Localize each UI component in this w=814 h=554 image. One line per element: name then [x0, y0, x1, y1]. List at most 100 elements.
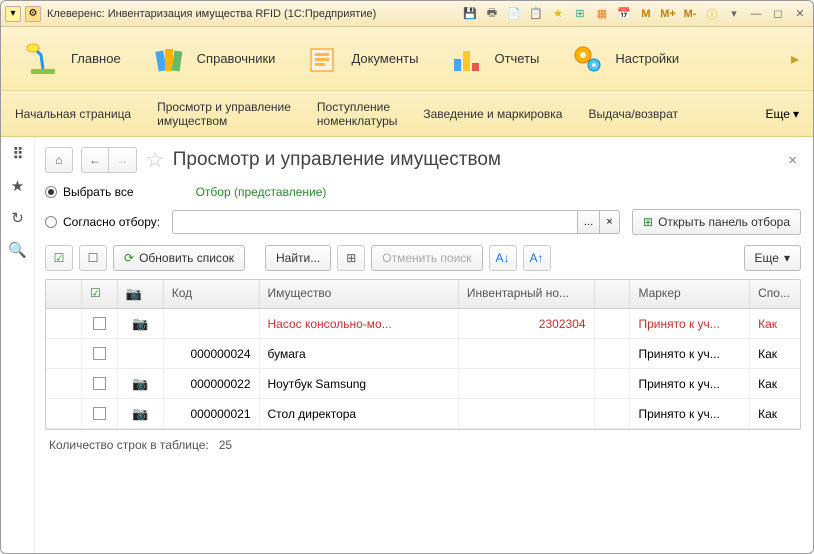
- home-button[interactable]: ⌂: [45, 147, 73, 173]
- star-icon[interactable]: ★: [9, 177, 27, 195]
- tb-copy-icon[interactable]: 📋: [527, 5, 545, 23]
- calc-button[interactable]: ⊞: [337, 245, 365, 271]
- checkbox[interactable]: [93, 407, 106, 420]
- search-icon[interactable]: 🔍: [9, 241, 27, 259]
- cell-photo[interactable]: 📷: [118, 399, 164, 428]
- tb-grid-icon[interactable]: ▦: [593, 5, 611, 23]
- col-flag[interactable]: [595, 280, 631, 308]
- find-button[interactable]: Найти...: [265, 245, 331, 271]
- cell-photo[interactable]: 📷: [118, 309, 164, 338]
- subnav-receipt[interactable]: Поступление номенклатуры: [317, 100, 397, 128]
- back-button[interactable]: ←: [81, 147, 109, 173]
- cell-photo[interactable]: [118, 339, 164, 368]
- subnav-issue[interactable]: Выдача/возврат: [588, 107, 678, 121]
- tb-mem-m[interactable]: M: [637, 5, 655, 23]
- favorite-star-icon[interactable]: ☆: [145, 147, 165, 173]
- sort-desc-button[interactable]: A↑: [523, 245, 551, 271]
- tb-info-icon[interactable]: ⓘ: [703, 5, 721, 23]
- filter-input[interactable]: [172, 210, 578, 234]
- ribbon-docs-label: Документы: [351, 51, 418, 66]
- tb-doc-icon[interactable]: 📄: [505, 5, 523, 23]
- col-inv[interactable]: Инвентарный но...: [459, 280, 595, 308]
- refresh-button[interactable]: ⟳Обновить список: [113, 245, 245, 271]
- tb-calendar-icon[interactable]: 📅: [615, 5, 633, 23]
- cell-gutter: [46, 399, 82, 428]
- subnav-manage[interactable]: Просмотр и управление имуществом: [157, 100, 291, 128]
- filter-panel-icon: ⊞: [643, 215, 653, 229]
- subnav-start[interactable]: Начальная страница: [15, 107, 131, 121]
- cell-code: 000000024: [164, 339, 260, 368]
- filter-representation-link[interactable]: Отбор (представление): [196, 185, 327, 199]
- tb-save-icon[interactable]: 💾: [461, 5, 479, 23]
- close-page-button[interactable]: ×: [784, 148, 801, 173]
- subnav-more[interactable]: Еще▾: [766, 107, 799, 121]
- tb-mem-mminus[interactable]: M-: [681, 5, 699, 23]
- cell-photo[interactable]: 📷: [118, 369, 164, 398]
- forward-button[interactable]: →: [109, 147, 137, 173]
- cell-check[interactable]: [82, 309, 118, 338]
- tb-fav-icon[interactable]: ★: [549, 5, 567, 23]
- table-row[interactable]: 000000024бумагаПринято к уч...Как: [46, 339, 800, 369]
- filter-clear-button[interactable]: ×: [600, 210, 620, 234]
- ribbon-refs[interactable]: Справочники: [141, 35, 286, 83]
- ribbon-reports[interactable]: Отчеты: [438, 35, 549, 83]
- minimize-button[interactable]: —: [747, 5, 765, 23]
- window-title: Клеверенс: Инвентаризация имущества RFID…: [45, 8, 376, 20]
- checkbox[interactable]: [93, 377, 106, 390]
- open-filter-panel-button[interactable]: ⊞ Открыть панель отбора: [632, 209, 801, 235]
- cell-check[interactable]: [82, 369, 118, 398]
- cell-marker: Принято к уч...: [630, 399, 750, 428]
- tb-mem-mplus[interactable]: M+: [659, 5, 677, 23]
- col-photo-icon[interactable]: 📷: [118, 280, 164, 308]
- table-row[interactable]: 📷Насос консольно-мо...2302304Принято к у…: [46, 309, 800, 339]
- cell-check[interactable]: [82, 339, 118, 368]
- arrow-right-icon: →: [117, 153, 129, 167]
- uncheck-all-button[interactable]: ☐: [79, 245, 107, 271]
- subnav-mark[interactable]: Заведение и маркировка: [423, 107, 562, 121]
- sort-asc-button[interactable]: A↓: [489, 245, 517, 271]
- col-spo[interactable]: Спо...: [750, 280, 800, 308]
- cell-marker: Принято к уч...: [630, 339, 750, 368]
- ribbon-scroll-right-icon[interactable]: ▸: [791, 49, 799, 69]
- cell-code: [164, 309, 260, 338]
- more-actions-button[interactable]: Еще ▾: [744, 245, 801, 271]
- cell-flag: [595, 309, 631, 338]
- app-menu-icon[interactable]: ▾: [5, 6, 21, 22]
- open-filter-label: Открыть панель отбора: [658, 215, 790, 229]
- tb-print-icon[interactable]: 🖶: [483, 5, 501, 23]
- radio-select-all[interactable]: Выбрать все: [45, 185, 134, 199]
- table-body: 📷Насос консольно-мо...2302304Принято к у…: [46, 309, 800, 429]
- content: ⠿ ★ ↻ 🔍 ⌂ ← → ☆ Просмотр и управление им…: [1, 137, 813, 553]
- titlebar: ▾ ⚙ Клеверенс: Инвентаризация имущества …: [1, 1, 813, 27]
- checkbox[interactable]: [93, 347, 106, 360]
- cancel-search-button[interactable]: Отменить поиск: [371, 245, 482, 271]
- col-checkall-icon[interactable]: ☑: [82, 280, 118, 308]
- ribbon-docs[interactable]: Документы: [295, 35, 428, 83]
- table-row[interactable]: 📷000000021Стол директораПринято к уч...К…: [46, 399, 800, 429]
- page-title: Просмотр и управление имуществом: [173, 149, 501, 171]
- cell-gutter: [46, 369, 82, 398]
- check-all-button[interactable]: ☑: [45, 245, 73, 271]
- toolbar: ☑ ☐ ⟳Обновить список Найти... ⊞ Отменить…: [45, 245, 801, 271]
- history-icon[interactable]: ↻: [9, 209, 27, 227]
- radio-select-all-label: Выбрать все: [63, 185, 134, 199]
- table-row[interactable]: 📷000000022Ноутбук SamsungПринято к уч...…: [46, 369, 800, 399]
- apps-icon[interactable]: ⠿: [9, 145, 27, 163]
- col-asset[interactable]: Имущество: [260, 280, 459, 308]
- col-marker[interactable]: Маркер: [630, 280, 750, 308]
- ribbon-settings[interactable]: Настройки: [559, 35, 689, 83]
- ribbon-main[interactable]: Главное: [15, 35, 131, 83]
- checkbox[interactable]: [93, 317, 106, 330]
- radio-by-filter[interactable]: Согласно отбору:: [45, 215, 160, 229]
- tb-dropdown-icon[interactable]: ▾: [725, 5, 743, 23]
- cell-check[interactable]: [82, 399, 118, 428]
- col-code[interactable]: Код: [164, 280, 260, 308]
- cell-flag: [595, 339, 631, 368]
- col-check[interactable]: [46, 280, 82, 308]
- filter-picker-button[interactable]: …: [578, 210, 600, 234]
- maximize-button[interactable]: ◻: [769, 5, 787, 23]
- app-logo-icon: ⚙: [25, 6, 41, 22]
- tb-calc-icon[interactable]: ⊞: [571, 5, 589, 23]
- close-button[interactable]: ✕: [791, 5, 809, 23]
- arrow-left-icon: ←: [89, 153, 101, 167]
